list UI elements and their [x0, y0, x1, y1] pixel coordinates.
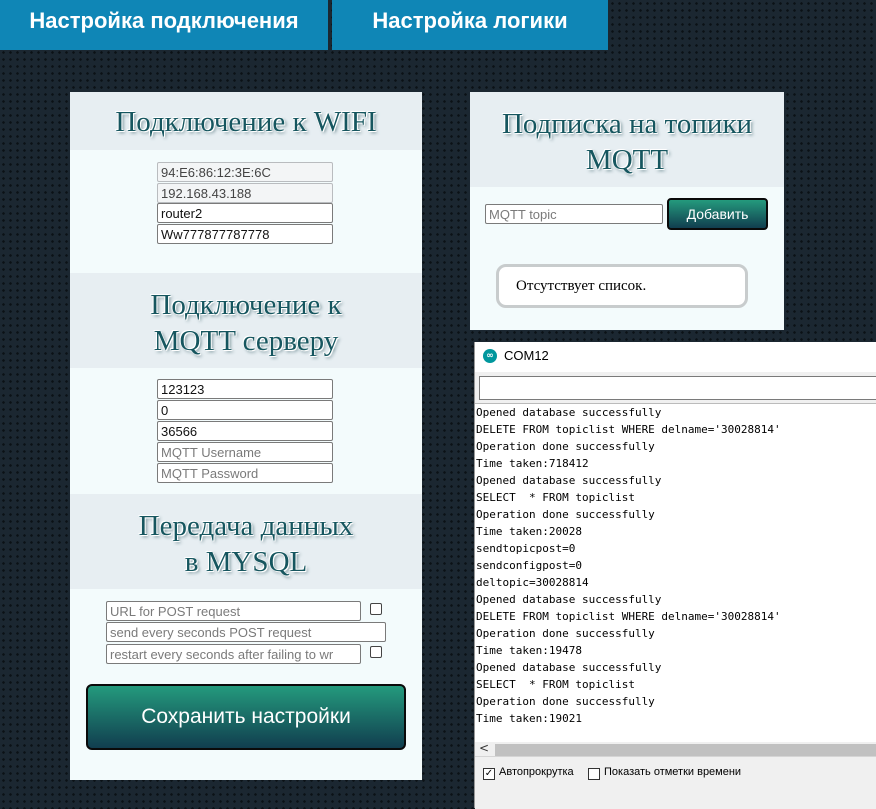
serial-bottom-bar: ✓ Автопрокрутка Показать отметки времени [475, 756, 876, 809]
serial-window-title: COM12 [504, 348, 549, 363]
scroll-left-icon[interactable]: < [479, 741, 489, 755]
autoscroll-checkbox[interactable]: ✓ [483, 768, 495, 780]
ip-address-field [157, 183, 333, 203]
wifi-title-text: Подключение к WIFI [115, 106, 377, 138]
mysql-title-line2: в MYSQL [184, 546, 308, 578]
mysql-url-input[interactable] [106, 601, 361, 621]
serial-log-line: DELETE FROM topiclist WHERE delname='300… [476, 423, 781, 436]
serial-monitor-window: ∞ COM12 Opened database successfully DELE… [474, 342, 876, 809]
horizontal-scrollbar[interactable]: < [475, 741, 876, 756]
subscriptions-title-line1: Подписка на топики [501, 108, 753, 140]
serial-log-line: SELECT * FROM topiclist [476, 678, 635, 691]
arduino-icon: ∞ [483, 349, 497, 363]
scrollbar-thumb[interactable] [495, 744, 876, 756]
serial-log-line: Opened database successfully [476, 406, 662, 419]
mqtt-section-title: Подключение к MQTT серверу [70, 273, 422, 368]
restart-checkbox[interactable] [370, 646, 382, 658]
post-interval-input[interactable] [106, 622, 386, 642]
mysql-section-title: Передача данных в MYSQL [70, 494, 422, 589]
save-settings-button[interactable]: Сохранить настройки [86, 684, 406, 750]
serial-log-line: Operation done successfully [476, 695, 655, 708]
mqtt-port-input[interactable] [157, 421, 333, 441]
serial-log-line: Opened database successfully [476, 474, 662, 487]
tab-logic-settings[interactable]: Настройка логики [332, 0, 608, 50]
serial-log-line: sendtopicpost=0 [476, 542, 576, 555]
serial-log-line: Time taken:718412 [476, 457, 589, 470]
settings-panel: Подключение к WIFI Подключение к MQTT се… [70, 92, 422, 780]
serial-log-line: Time taken:19021 [476, 712, 582, 725]
serial-log-line: deltopic=30028814 [476, 576, 589, 589]
serial-log-line: Time taken:19478 [476, 644, 582, 657]
mysql-url-checkbox[interactable] [370, 603, 382, 615]
serial-log-line: Operation done successfully [476, 627, 655, 640]
mqtt-title-line2: MQTT серверу [153, 325, 339, 357]
subscriptions-section-title: Подписка на топики MQTT [470, 92, 784, 187]
serial-log-line: Time taken:20028 [476, 525, 582, 538]
subscriptions-panel: Подписка на топики MQTT Добавить Отсутст… [470, 92, 784, 330]
serial-log-line: sendconfigpost=0 [476, 559, 582, 572]
serial-log-line: SELECT * FROM topiclist [476, 491, 635, 504]
mac-address-field [157, 162, 333, 182]
wifi-password-input[interactable] [157, 224, 333, 244]
mqtt-topic-input[interactable] [485, 204, 663, 224]
add-topic-button[interactable]: Добавить [667, 198, 768, 230]
timestamps-label: Показать отметки времени [604, 766, 742, 778]
serial-log-line: DELETE FROM topiclist WHERE delname='300… [476, 610, 781, 623]
topic-list-empty-message: Отсутствует список. [496, 264, 748, 308]
wifi-section-title: Подключение к WIFI [70, 92, 422, 150]
mqtt-field-input[interactable] [157, 400, 333, 420]
serial-titlebar: ∞ COM12 [475, 342, 876, 372]
mqtt-title-line1: Подключение к [150, 289, 342, 321]
mqtt-server-input[interactable] [157, 379, 333, 399]
mqtt-password-input[interactable] [157, 463, 333, 483]
serial-log-line: Opened database successfully [476, 661, 662, 674]
timestamps-checkbox[interactable] [588, 768, 600, 780]
serial-send-input[interactable] [479, 376, 876, 400]
serial-log-line: Operation done successfully [476, 508, 655, 521]
autoscroll-label: Автопрокрутка [499, 766, 574, 778]
mqtt-username-input[interactable] [157, 442, 333, 462]
restart-interval-input[interactable] [106, 644, 361, 664]
tab-connection-settings[interactable]: Настройка подключения [0, 0, 328, 50]
wifi-ssid-input[interactable] [157, 203, 333, 223]
mysql-title-line1: Передача данных [138, 510, 354, 542]
subscriptions-title-line2: MQTT [585, 144, 669, 176]
serial-output: Opened database successfully DELETE FROM … [475, 403, 876, 742]
serial-log-line: Operation done successfully [476, 440, 655, 453]
serial-log-line: Opened database successfully [476, 593, 662, 606]
